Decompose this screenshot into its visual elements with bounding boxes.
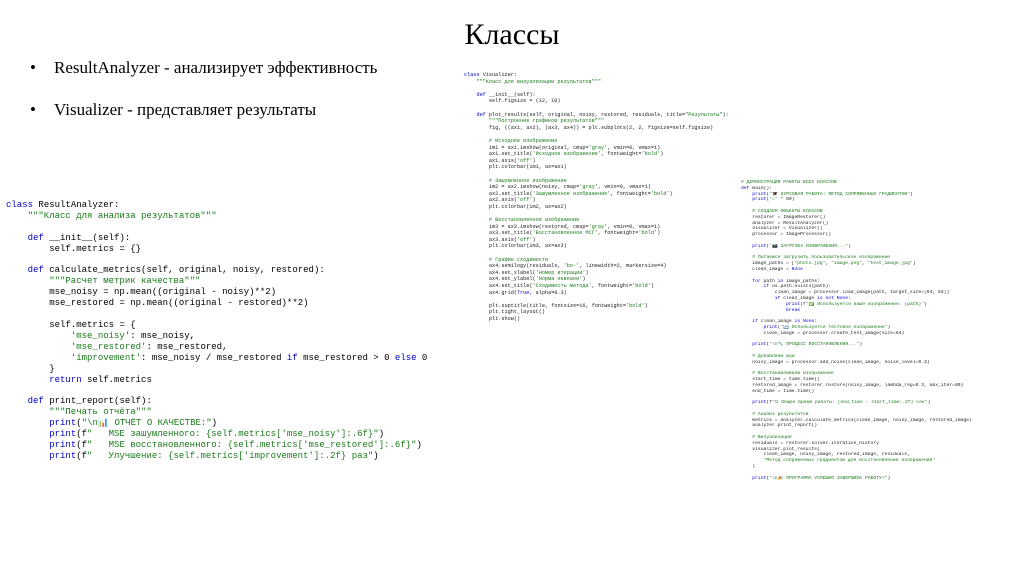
bullet-text: Visualizer - представляет результаты (54, 100, 317, 119)
code-line: print("\n📊 ОТЧЁТ О КАЧЕСТВЕ:") (49, 418, 218, 429)
code-line: print(f" Улучшение: {self.metrics['impro… (49, 450, 379, 461)
code-line: def __init__(self): (476, 91, 536, 98)
bullet-marker: • (30, 100, 36, 119)
code-line: def calculate_metrics(self, original, no… (27, 265, 325, 276)
code-line: return self.metrics (49, 374, 152, 385)
code-line: # Исходное изображение (464, 137, 558, 144)
code-line: mse_restored = np.mean((original - resto… (49, 298, 309, 309)
code-line: im1 = ax1.imshow(original, cmap='gray', … (464, 144, 661, 151)
bullet-item: • ResultAnalyzer - анализирует эффективн… (28, 58, 377, 78)
slide-title: Классы (464, 18, 560, 51)
code-line: ax4.grid(True, alpha=0.3) (464, 289, 567, 296)
code-line: plt.tight_layout() (488, 309, 545, 316)
code-line: def __init__(self): (27, 232, 131, 243)
code-line: ax4.set_title('Сходимость метода', fontw… (464, 283, 654, 289)
code-line: print(f" MSE зашумленного: {self.metrics… (49, 429, 385, 440)
code-line: def print_report(self): (27, 396, 152, 407)
code-line: print("\n🎉 ПРОГРАММА УСПЕШНО ЗАВЕРШИЛА Р… (752, 475, 891, 481)
bullet-marker: • (30, 58, 36, 77)
code-line: print(f" MSE восстановленного: {self.met… (49, 439, 422, 450)
visualizer-code-block: class Visualizer: """Класс для визуализа… (460, 70, 733, 394)
code-line: ax1.axis('off') (464, 157, 536, 164)
code-line: self.metrics = {} (49, 243, 142, 254)
code-line: ax4.set_ylabel('Норма невязки') (464, 276, 586, 283)
code-line: plt.colorbar(im3, ax=ax3) (488, 243, 567, 250)
code-line: } (6, 363, 55, 374)
bullet-list: • ResultAnalyzer - анализирует эффективн… (28, 58, 377, 142)
code-line: # Зашумленное изображение (464, 177, 567, 184)
code-line: self.metrics = { (49, 319, 136, 330)
result-analyzer-code-block: class ResultAnalyzer: """Класс для анали… (2, 198, 454, 478)
code-line: def plot_results(self, original, noisy, … (476, 111, 729, 118)
code-line: plt.colorbar(im1, ax=ax1) (488, 164, 567, 171)
code-line: # График сходимости (464, 256, 549, 263)
code-line: im2 = ax2.imshow(noisy, cmap='gray', vmi… (464, 184, 651, 191)
bullet-text: ResultAnalyzer - анализирует эффективнос… (54, 58, 378, 77)
code-line: """Класс для визуализации результатов""" (464, 78, 601, 85)
code-line: 'mse_restored': mse_restored, (70, 341, 228, 352)
code-line: # Восстановленное изображение (464, 217, 580, 224)
code-line: self.figsize = (12, 10) (488, 98, 561, 105)
bullet-item: • Visualizer - представляет результаты (28, 100, 377, 120)
code-line: """Печать отчёта""" (6, 407, 152, 418)
code-line: 'mse_noisy': mse_noisy, (70, 330, 196, 341)
code-line: 'improvement': mse_noisy / mse_restored … (70, 352, 428, 363)
code-line: """Построение графиков результатов""" (464, 118, 605, 125)
code-line: mse_noisy = np.mean((original - noisy)**… (49, 287, 277, 298)
code-line: ax2.axis('off') (464, 197, 536, 204)
code-line: """Класс для анализа результатов""" (6, 210, 217, 221)
code-line: """Расчет метрик качества""" (6, 276, 201, 287)
code-line: ax3.set_title('Восстановленное МСГ', fon… (464, 230, 661, 237)
code-line: ax2.set_title('Зашумленное изображение',… (464, 190, 673, 197)
code-line: class Visualizer: (464, 72, 517, 78)
code-line: plt.show() (488, 315, 521, 322)
code-line: ax4.set_xlabel('Номер итерации') (464, 269, 589, 276)
code-line: ax4.semilogy(residuals, 'bo-', linewidth… (464, 263, 667, 270)
code-line: im3 = ax3.imshow(restored, cmap='gray', … (464, 223, 661, 230)
code-line: ax1.set_title('Исходное изображение', fo… (464, 151, 664, 158)
code-line: ax3.axis('off') (464, 236, 536, 243)
main-demo-code-block: # ДЕМОНСТРАЦИЯ РАБОТЫ ВСЕХ КЛАССОВ def ma… (737, 178, 1024, 554)
code-line: class ResultAnalyzer: (6, 200, 120, 210)
code-line: plt.suptitle(title, fontsize=16, fontwei… (488, 302, 648, 309)
code-line: plt.colorbar(im2, ax=ax2) (488, 203, 567, 210)
code-line: fig, ((ax1, ax2), (ax3, ax4)) = plt.subp… (488, 124, 714, 131)
